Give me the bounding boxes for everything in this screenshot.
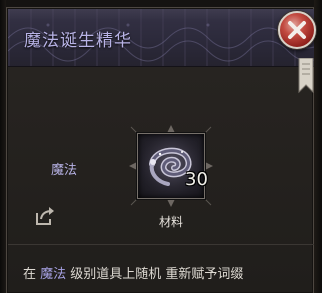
close-button[interactable] [278,11,316,49]
item-type-label: 材料 [158,215,183,229]
section-divider [8,244,314,245]
item-tooltip-panel: 魔法诞生精华 魔法 30 材料 在 魔法 级别道具上随机 重新赋予词缀 [6,7,314,293]
description-highlight: 魔法 [40,267,67,282]
item-description: 在 魔法 级别道具上随机 重新赋予词缀 [23,263,243,282]
item-category-label: 魔法 [51,163,78,178]
serpent-essence-icon [138,134,206,200]
share-icon[interactable] [33,204,57,228]
frame-right-edge [314,0,322,293]
header-gloss [8,9,314,21]
item-title: 魔法诞生精华 [24,31,132,51]
item-icon-frame[interactable]: 30 材料 [129,125,213,229]
bookmark-icon[interactable] [298,57,314,94]
tooltip-header: 魔法诞生精华 [8,9,314,67]
description-prefix: 在 [23,267,41,282]
description-rest: 级别道具上随机 重新赋予词缀 [66,267,244,282]
item-stack-count: 30 [185,169,208,190]
game-tooltip-window: 魔法诞生精华 魔法 30 材料 在 魔法 级别道具上随机 重新赋予词缀 [0,0,322,293]
close-icon [288,21,306,39]
